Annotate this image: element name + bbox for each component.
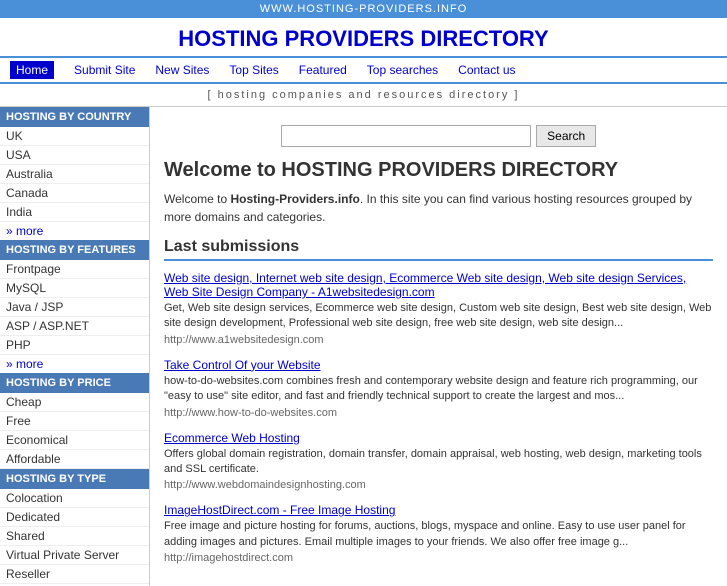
sidebar-item-java-jsp[interactable]: Java / JSP xyxy=(0,298,149,317)
sidebar-item-asp-aspnet[interactable]: ASP / ASP.NET xyxy=(0,317,149,336)
sidebar-item-vps[interactable]: Virtual Private Server xyxy=(0,546,149,565)
nav-home[interactable]: Home xyxy=(10,61,54,79)
sidebar-item-shared[interactable]: Shared xyxy=(0,527,149,546)
sidebar-item-uk[interactable]: UK xyxy=(0,127,149,146)
sidebar-item-frontpage[interactable]: Frontpage xyxy=(0,260,149,279)
nav-top-searches[interactable]: Top searches xyxy=(367,63,438,77)
submission-4-desc: Free image and picture hosting for forum… xyxy=(164,519,713,550)
sidebar-category-country: HOSTING BY COUNTRY xyxy=(0,107,149,127)
site-title-link[interactable]: HOSTING PROVIDERS DIRECTORY xyxy=(178,26,548,51)
content-area: Search Welcome to HOSTING PROVIDERS DIRE… xyxy=(150,107,727,586)
submission-1: Web site design, Internet web site desig… xyxy=(164,271,713,346)
sidebar-item-australia[interactable]: Australia xyxy=(0,165,149,184)
submission-1-url: http://www.a1websitedesign.com xyxy=(164,334,713,346)
sidebar-item-dedicated[interactable]: Dedicated xyxy=(0,508,149,527)
last-submissions-title: Last submissions xyxy=(164,238,713,261)
sidebar-category-features: HOSTING BY FEATURES xyxy=(0,240,149,260)
submission-2: Take Control Of your Website how-to-do-w… xyxy=(164,358,713,419)
sidebar-item-reseller[interactable]: Reseller xyxy=(0,565,149,584)
sidebar-item-economical[interactable]: Economical xyxy=(0,431,149,450)
sidebar-item-canada[interactable]: Canada xyxy=(0,184,149,203)
nav-featured[interactable]: Featured xyxy=(299,63,347,77)
sidebar-item-india[interactable]: India xyxy=(0,203,149,222)
submission-2-desc: how-to-do-websites.com combines fresh an… xyxy=(164,374,713,405)
sidebar-item-free[interactable]: Free xyxy=(0,412,149,431)
sidebar-item-mysql[interactable]: MySQL xyxy=(0,279,149,298)
top-bar: WWW.HOSTING-PROVIDERS.INFO xyxy=(0,0,727,18)
search-area: Search xyxy=(164,117,713,159)
submission-3-desc: Offers global domain registration, domai… xyxy=(164,447,713,478)
search-button[interactable]: Search xyxy=(536,125,596,147)
nav-top-sites[interactable]: Top Sites xyxy=(229,63,278,77)
sidebar: HOSTING BY COUNTRY UK USA Australia Cana… xyxy=(0,107,150,586)
sidebar-item-cheap[interactable]: Cheap xyxy=(0,393,149,412)
submission-3: Ecommerce Web Hosting Offers global doma… xyxy=(164,431,713,492)
submission-3-title: Ecommerce Web Hosting xyxy=(164,431,713,445)
welcome-title: Welcome to HOSTING PROVIDERS DIRECTORY xyxy=(164,159,713,182)
sidebar-more-features[interactable]: » more xyxy=(0,355,149,373)
submission-4-url: http://imagehostdirect.com xyxy=(164,552,713,564)
submission-2-link[interactable]: Take Control Of your Website xyxy=(164,358,321,372)
sidebar-category-type: HOSTING BY TYPE xyxy=(0,469,149,489)
nav-bar: Home Submit Site New Sites Top Sites Fea… xyxy=(0,56,727,84)
nav-contact-us[interactable]: Contact us xyxy=(458,63,515,77)
submission-1-title: Web site design, Internet web site desig… xyxy=(164,271,713,299)
submission-1-link[interactable]: Web site design, Internet web site desig… xyxy=(164,271,686,299)
welcome-text: Welcome to Hosting-Providers.info. In th… xyxy=(164,190,713,226)
sidebar-item-usa[interactable]: USA xyxy=(0,146,149,165)
submission-4-title: ImageHostDirect.com - Free Image Hosting xyxy=(164,503,713,517)
submission-2-title: Take Control Of your Website xyxy=(164,358,713,372)
tagline: [ hosting companies and resources direct… xyxy=(0,84,727,107)
submission-1-desc: Get, Web site design services, Ecommerce… xyxy=(164,301,713,332)
submission-3-url: http://www.webdomaindesignhosting.com xyxy=(164,479,713,491)
search-input[interactable] xyxy=(281,125,531,147)
sidebar-more-country[interactable]: » more xyxy=(0,222,149,240)
welcome-brand: Hosting-Providers.info xyxy=(230,192,359,206)
submission-4: ImageHostDirect.com - Free Image Hosting… xyxy=(164,503,713,564)
sidebar-item-affordable[interactable]: Affordable xyxy=(0,450,149,469)
nav-new-sites[interactable]: New Sites xyxy=(155,63,209,77)
main-layout: HOSTING BY COUNTRY UK USA Australia Cana… xyxy=(0,107,727,586)
sidebar-category-price: HOSTING BY PRICE xyxy=(0,373,149,393)
site-title: HOSTING PROVIDERS DIRECTORY xyxy=(0,18,727,56)
top-bar-url: WWW.HOSTING-PROVIDERS.INFO xyxy=(260,3,468,15)
nav-submit-site[interactable]: Submit Site xyxy=(74,63,135,77)
sidebar-item-colocation[interactable]: Colocation xyxy=(0,489,149,508)
sidebar-item-php[interactable]: PHP xyxy=(0,336,149,355)
submission-2-url: http://www.how-to-do-websites.com xyxy=(164,407,713,419)
submission-3-link[interactable]: Ecommerce Web Hosting xyxy=(164,431,300,445)
submission-4-link[interactable]: ImageHostDirect.com - Free Image Hosting xyxy=(164,503,395,517)
